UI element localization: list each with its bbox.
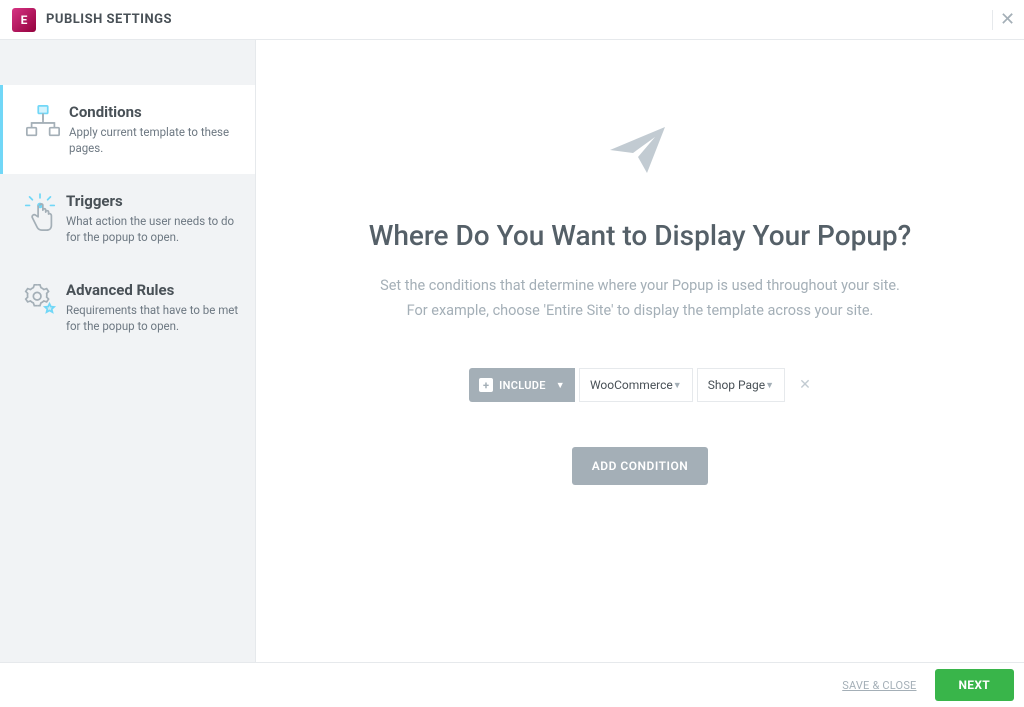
paper-plane-icon: [605, 115, 675, 189]
save-and-close-link[interactable]: SAVE & CLOSE: [842, 679, 916, 692]
close-button[interactable]: ✕: [992, 10, 1012, 30]
sidebar-item-desc: Requirements that have to be met for the…: [66, 302, 241, 334]
add-condition-button[interactable]: ADD CONDITION: [572, 447, 708, 485]
close-icon: ✕: [799, 377, 811, 393]
header: E PUBLISH SETTINGS ✕: [0, 0, 1024, 40]
condition-select-category[interactable]: WooCommerce ▼: [579, 368, 693, 402]
main-panel: Where Do You Want to Display Your Popup?…: [255, 40, 1024, 662]
sidebar-item-title: Conditions: [69, 103, 241, 121]
conditions-icon: [17, 103, 69, 156]
main-title: Where Do You Want to Display Your Popup?: [369, 219, 912, 252]
advanced-rules-icon: [14, 281, 66, 334]
sidebar-item-conditions[interactable]: Conditions Apply current template to the…: [0, 85, 255, 174]
elementor-logo-icon: E: [12, 8, 36, 32]
include-toggle[interactable]: + INCLUDE ▼: [469, 368, 575, 402]
main-description: Set the conditions that determine where …: [380, 274, 900, 323]
condition-select-page[interactable]: Shop Page ▼: [697, 368, 785, 402]
footer: SAVE & CLOSE NEXT: [0, 662, 1024, 707]
remove-condition-button[interactable]: ✕: [799, 377, 811, 393]
sidebar-item-desc: What action the user needs to do for the…: [66, 213, 241, 245]
sidebar-item-triggers[interactable]: Triggers What action the user needs to d…: [0, 174, 255, 263]
sidebar: Conditions Apply current template to the…: [0, 40, 255, 662]
sidebar-item-title: Advanced Rules: [66, 281, 241, 299]
body: Conditions Apply current template to the…: [0, 40, 1024, 662]
triggers-icon: [14, 192, 66, 245]
chevron-down-icon: ▼: [673, 380, 682, 391]
condition-row: + INCLUDE ▼ WooCommerce ▼ Shop Page ▼ ✕: [469, 368, 811, 402]
next-button[interactable]: NEXT: [935, 669, 1014, 701]
plus-icon: +: [479, 378, 493, 392]
header-title: PUBLISH SETTINGS: [46, 12, 172, 27]
sidebar-item-title: Triggers: [66, 192, 241, 210]
sidebar-item-desc: Apply current template to these pages.: [69, 124, 241, 156]
close-icon: ✕: [1000, 9, 1015, 30]
chevron-down-icon: ▼: [556, 380, 565, 391]
chevron-down-icon: ▼: [765, 380, 774, 391]
sidebar-item-advanced-rules[interactable]: Advanced Rules Requirements that have to…: [0, 263, 255, 352]
